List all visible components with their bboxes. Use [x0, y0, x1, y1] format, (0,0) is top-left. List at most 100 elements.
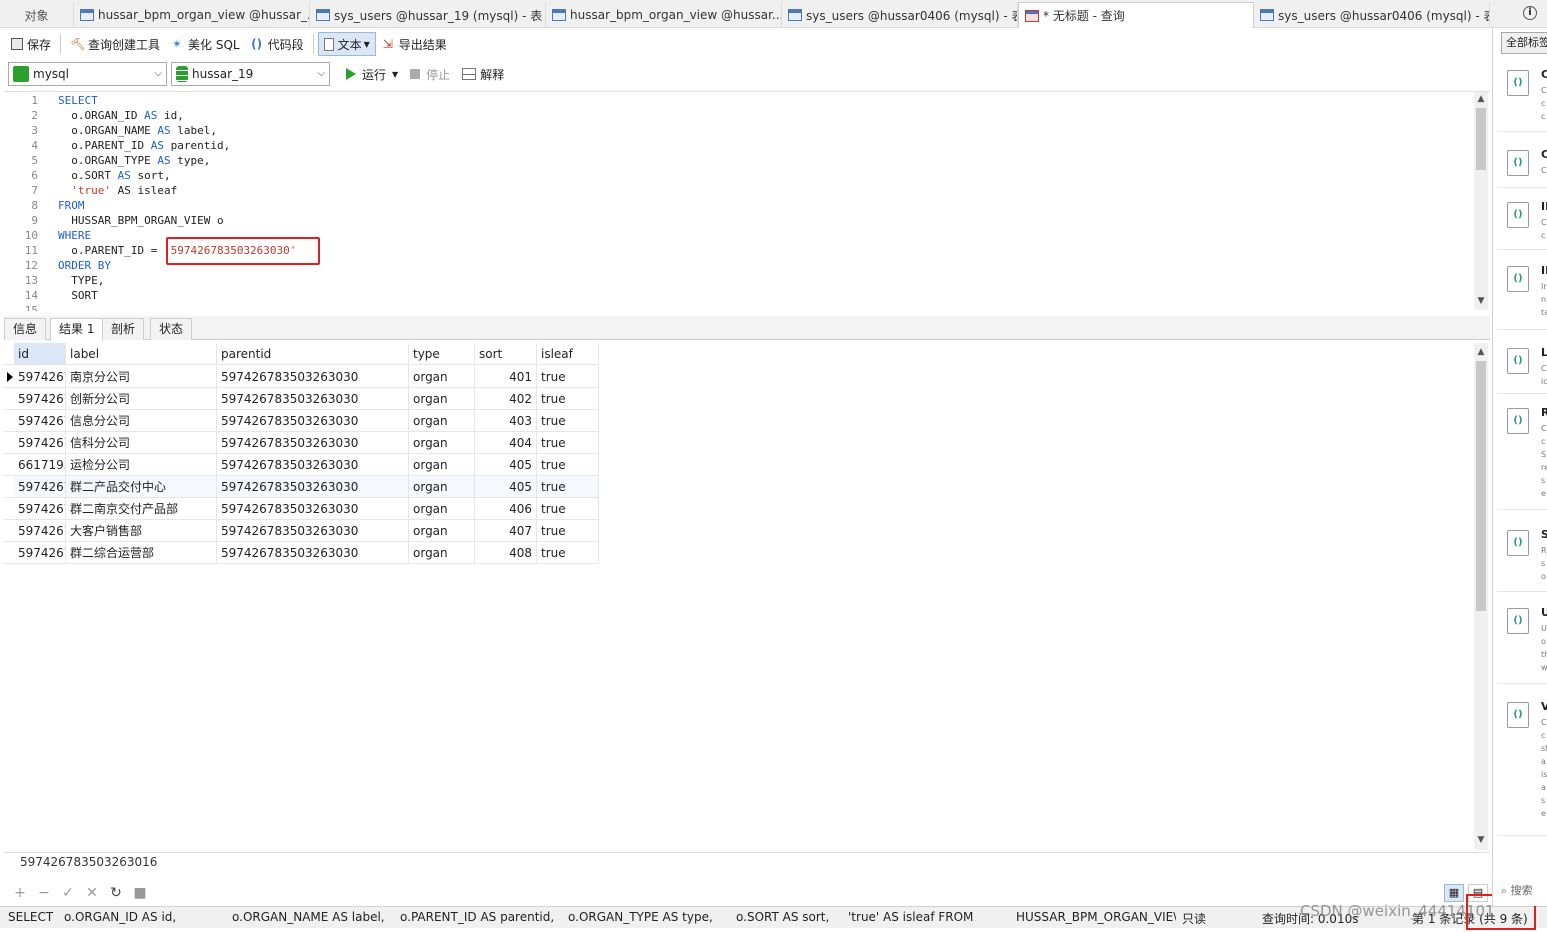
cell-sort[interactable]: 405 [475, 454, 537, 476]
column-header-sort[interactable]: sort [475, 343, 537, 365]
scroll-down-icon[interactable]: ▼ [1474, 835, 1488, 845]
cell-parentid[interactable]: 597426783503263030 [217, 454, 409, 476]
code-line[interactable]: 13 TYPE, [4, 273, 1464, 288]
cell-parentid[interactable]: 597426783503263030 [217, 410, 409, 432]
code-line[interactable]: 5 o.ORGAN_TYPE AS type, [4, 153, 1464, 168]
cell-id[interactable]: 5974267 [14, 520, 66, 542]
column-header-id[interactable]: id [14, 343, 66, 365]
tab-organ-view-2[interactable]: hussar_bpm_organ_view @hussar... [546, 2, 782, 28]
cell-isleaf[interactable]: true [537, 432, 599, 454]
table-row[interactable]: 5974267群二产品交付中心597426783503263030organ40… [4, 476, 599, 498]
cell-type[interactable]: organ [409, 388, 475, 410]
grid-scroll-thumb[interactable] [1476, 361, 1486, 611]
column-header-isleaf[interactable]: isleaf [537, 343, 599, 365]
table-row[interactable]: 5974267群二南京交付产品部597426783503263030organ4… [4, 498, 599, 520]
cell-type[interactable]: organ [409, 498, 475, 520]
table-row[interactable]: 5974267南京分公司597426783503263030organ401tr… [4, 366, 599, 388]
cell-label[interactable]: 群二产品交付中心 [66, 476, 217, 498]
run-button[interactable]: 运行 ▼ [340, 66, 404, 83]
cell-label[interactable]: 群二南京交付产品部 [66, 498, 217, 520]
database-select[interactable]: hussar_19 ⌵ [171, 62, 330, 86]
snippet-filter[interactable]: 全部标签 [1501, 32, 1547, 54]
scroll-up-icon[interactable]: ▲ [1474, 94, 1488, 104]
cell-id[interactable]: 5974267 [14, 432, 66, 454]
column-header-parentid[interactable]: parentid [217, 343, 409, 365]
save-button[interactable]: 保存 [6, 32, 56, 56]
row-marker[interactable] [4, 498, 14, 520]
cell-isleaf[interactable]: true [537, 476, 599, 498]
tab-status[interactable]: 状态 [150, 318, 193, 340]
cell-isleaf[interactable]: true [537, 520, 599, 542]
snippet-item[interactable]: () CCcc [1497, 60, 1547, 132]
snippet-item[interactable]: () II Cc [1497, 192, 1547, 250]
cell-sort[interactable]: 407 [475, 520, 537, 542]
cell-type[interactable]: organ [409, 520, 475, 542]
cell-label[interactable]: 运检分公司 [66, 454, 217, 476]
code-line[interactable]: 1 SELECT [4, 93, 1464, 108]
snippet-item[interactable]: () UUo th w [1497, 598, 1547, 684]
tab-untitled-query[interactable]: * 无标题 - 查询 [1018, 2, 1254, 28]
cell-type[interactable]: organ [409, 366, 475, 388]
query-builder-button[interactable]: 🔨︎ 查询创建工具 [65, 32, 165, 56]
chevron-down-icon[interactable]: ▼ [392, 70, 398, 79]
snippet-item[interactable]: () SRso [1497, 520, 1547, 592]
row-marker[interactable] [4, 454, 14, 476]
cell-type[interactable]: organ [409, 432, 475, 454]
chevron-down-icon[interactable]: ▼ [364, 40, 370, 49]
cell-type[interactable]: organ [409, 410, 475, 432]
cell-id[interactable]: 5974267 [14, 410, 66, 432]
cell-label[interactable]: 南京分公司 [66, 366, 217, 388]
cell-label[interactable]: 大客户销售部 [66, 520, 217, 542]
snippet-item[interactable]: () CC [1497, 140, 1547, 188]
cell-parentid[interactable]: 597426783503263030 [217, 388, 409, 410]
cell-sort[interactable]: 408 [475, 542, 537, 564]
snippet-item[interactable]: ()VCcstaisase [1497, 692, 1547, 836]
add-record-icon[interactable]: + [8, 885, 32, 901]
tab-info[interactable]: 信息 [4, 318, 47, 340]
cell-id[interactable]: 5974267 [14, 388, 66, 410]
code-line[interactable]: 3 o.ORGAN_NAME AS label, [4, 123, 1464, 138]
cell-parentid[interactable]: 597426783503263030 [217, 542, 409, 564]
code-line[interactable]: 2 o.ORGAN_ID AS id, [4, 108, 1464, 123]
editor-scroll-thumb[interactable] [1476, 108, 1486, 170]
cell-sort[interactable]: 405 [475, 476, 537, 498]
stop-icon[interactable]: ■ [128, 885, 152, 901]
editor-scrollbar[interactable]: ▲ ▼ [1474, 92, 1488, 310]
info-icon[interactable]: i [1523, 6, 1537, 20]
cell-parentid[interactable]: 597426783503263030 [217, 476, 409, 498]
code-line[interactable]: 8 FROM [4, 198, 1464, 213]
cell-label[interactable]: 信息分公司 [66, 410, 217, 432]
refresh-icon[interactable]: ↻ [104, 885, 128, 901]
table-row[interactable]: 5974267群二综合运营部597426783503263030organ408… [4, 542, 599, 564]
cell-parentid[interactable]: 597426783503263030 [217, 366, 409, 388]
tab-objects[interactable]: 对象 [0, 2, 74, 28]
export-results-button[interactable]: ⇲ 导出结果 [376, 32, 452, 56]
code-snippet-button[interactable]: () 代码段 [245, 32, 309, 56]
cell-id[interactable]: 5974267 [14, 542, 66, 564]
column-header-type[interactable]: type [409, 343, 475, 365]
grid-view-icon[interactable]: ▦ [1444, 884, 1464, 902]
tab-profile[interactable]: 剖析 [102, 318, 145, 340]
cell-parentid[interactable]: 597426783503263030 [217, 498, 409, 520]
row-marker[interactable] [4, 432, 14, 454]
cell-isleaf[interactable]: true [537, 454, 599, 476]
cell-sort[interactable]: 406 [475, 498, 537, 520]
tab-sys-users-0406-b[interactable]: sys_users @hussar0406 (mysql) - 表 [1254, 2, 1490, 28]
cell-type[interactable]: organ [409, 454, 475, 476]
beautify-sql-button[interactable]: ✴ 美化 SQL [165, 32, 245, 56]
tab-sys-users-19[interactable]: sys_users @hussar_19 (mysql) - 表 [310, 2, 546, 28]
tab-sys-users-0406[interactable]: sys_users @hussar0406 (mysql) - 表 [782, 2, 1018, 28]
apply-changes-icon[interactable]: ✓ [56, 885, 80, 901]
current-row-indicator[interactable] [4, 366, 14, 388]
snippet-item[interactable]: () LClc [1497, 338, 1547, 394]
code-line[interactable]: 7 'true' AS isleaf [4, 183, 1464, 198]
cell-isleaf[interactable]: true [537, 498, 599, 520]
connection-select[interactable]: mysql ⌵ [8, 62, 167, 86]
grid-scrollbar[interactable]: ▲ ▼ [1474, 343, 1488, 850]
table-row[interactable]: 5974267信息分公司597426783503263030organ403tr… [4, 410, 599, 432]
cell-sort[interactable]: 403 [475, 410, 537, 432]
table-row[interactable]: 5974267创新分公司597426783503263030organ402tr… [4, 388, 599, 410]
row-marker[interactable] [4, 542, 14, 564]
code-line[interactable]: 4 o.PARENT_ID AS parentid, [4, 138, 1464, 153]
row-marker[interactable] [4, 388, 14, 410]
